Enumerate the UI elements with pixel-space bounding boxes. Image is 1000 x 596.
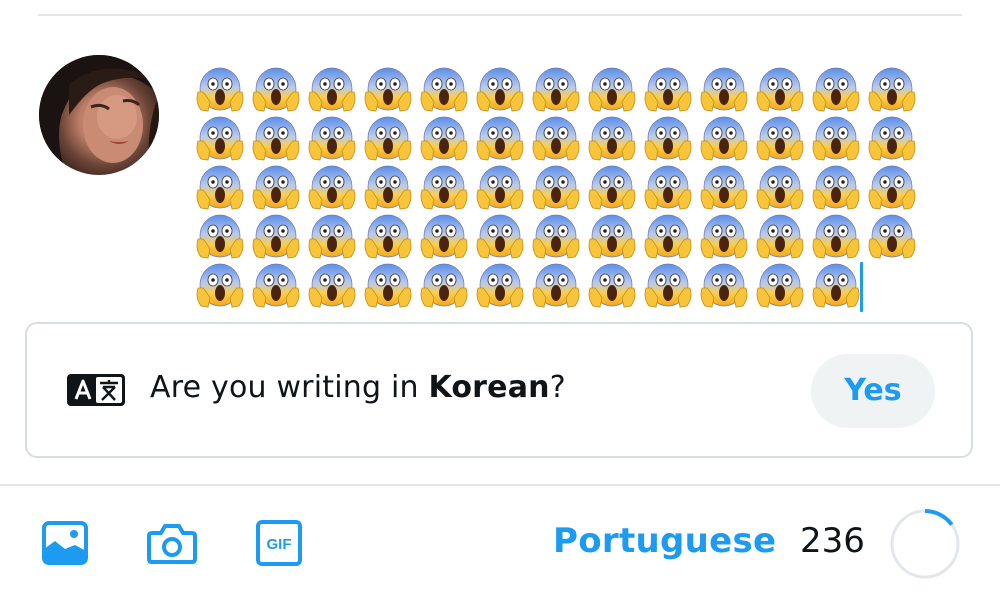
face-screaming-in-fear-emoji-icon xyxy=(641,113,697,162)
face-screaming-in-fear-emoji-icon xyxy=(697,260,753,309)
face-screaming-in-fear-emoji-icon xyxy=(249,162,305,211)
face-screaming-in-fear-emoji-icon xyxy=(529,113,585,162)
face-screaming-in-fear-emoji-icon xyxy=(193,260,249,309)
translate-icon xyxy=(67,374,125,406)
gif-icon[interactable]: GIF xyxy=(255,519,303,567)
face-screaming-in-fear-emoji-icon xyxy=(193,64,249,113)
face-screaming-in-fear-emoji-icon xyxy=(753,260,809,309)
face-screaming-in-fear-emoji-icon xyxy=(697,113,753,162)
detected-language: Korean xyxy=(428,370,550,405)
emoji-row xyxy=(193,113,933,162)
face-screaming-in-fear-emoji-icon xyxy=(641,211,697,260)
avatar[interactable] xyxy=(39,55,159,175)
face-screaming-in-fear-emoji-icon xyxy=(641,162,697,211)
face-screaming-in-fear-emoji-icon xyxy=(417,260,473,309)
face-screaming-in-fear-emoji-icon xyxy=(809,64,865,113)
face-screaming-in-fear-emoji-icon xyxy=(193,113,249,162)
toolbar-divider xyxy=(0,484,1000,486)
face-screaming-in-fear-emoji-icon xyxy=(361,260,417,309)
face-screaming-in-fear-emoji-icon xyxy=(417,211,473,260)
face-screaming-in-fear-emoji-icon xyxy=(249,211,305,260)
face-screaming-in-fear-emoji-icon xyxy=(865,113,921,162)
face-screaming-in-fear-emoji-icon xyxy=(193,211,249,260)
face-screaming-in-fear-emoji-icon xyxy=(305,260,361,309)
top-divider xyxy=(38,14,962,16)
face-screaming-in-fear-emoji-icon xyxy=(361,211,417,260)
avatar-photo xyxy=(39,55,159,175)
face-screaming-in-fear-emoji-icon xyxy=(305,113,361,162)
text-cursor xyxy=(860,262,863,312)
face-screaming-in-fear-emoji-icon xyxy=(361,162,417,211)
face-screaming-in-fear-emoji-icon xyxy=(305,162,361,211)
face-screaming-in-fear-emoji-icon xyxy=(809,113,865,162)
emoji-row xyxy=(193,162,933,211)
face-screaming-in-fear-emoji-icon xyxy=(809,162,865,211)
emoji-row xyxy=(193,211,933,260)
face-screaming-in-fear-emoji-icon xyxy=(361,113,417,162)
face-screaming-in-fear-emoji-icon xyxy=(417,64,473,113)
face-screaming-in-fear-emoji-icon xyxy=(193,162,249,211)
face-screaming-in-fear-emoji-icon xyxy=(585,211,641,260)
emoji-row xyxy=(193,260,933,309)
face-screaming-in-fear-emoji-icon xyxy=(865,64,921,113)
face-screaming-in-fear-emoji-icon xyxy=(585,113,641,162)
face-screaming-in-fear-emoji-icon xyxy=(865,162,921,211)
face-screaming-in-fear-emoji-icon xyxy=(473,260,529,309)
face-screaming-in-fear-emoji-icon xyxy=(809,260,865,309)
camera-icon[interactable] xyxy=(146,519,198,567)
face-screaming-in-fear-emoji-icon xyxy=(361,64,417,113)
face-screaming-in-fear-emoji-icon xyxy=(473,113,529,162)
language-detection-card: Are you writing in Korean? Yes xyxy=(25,322,973,458)
face-screaming-in-fear-emoji-icon xyxy=(473,64,529,113)
gif-label: GIF xyxy=(267,536,292,553)
face-screaming-in-fear-emoji-icon xyxy=(697,64,753,113)
remaining-characters: 236 xyxy=(800,521,865,561)
face-screaming-in-fear-emoji-icon xyxy=(641,260,697,309)
face-screaming-in-fear-emoji-icon xyxy=(753,64,809,113)
face-screaming-in-fear-emoji-icon xyxy=(473,162,529,211)
face-screaming-in-fear-emoji-icon xyxy=(753,162,809,211)
image-icon[interactable] xyxy=(41,519,89,567)
language-question: Are you writing in Korean? xyxy=(150,370,566,405)
face-screaming-in-fear-emoji-icon xyxy=(305,64,361,113)
character-progress-ring xyxy=(890,509,960,579)
face-screaming-in-fear-emoji-icon xyxy=(473,211,529,260)
face-screaming-in-fear-emoji-icon xyxy=(753,113,809,162)
face-screaming-in-fear-emoji-icon xyxy=(249,260,305,309)
face-screaming-in-fear-emoji-icon xyxy=(585,162,641,211)
language-selector[interactable]: Portuguese xyxy=(553,521,776,561)
face-screaming-in-fear-emoji-icon xyxy=(417,162,473,211)
face-screaming-in-fear-emoji-icon xyxy=(529,64,585,113)
face-screaming-in-fear-emoji-icon xyxy=(417,113,473,162)
face-screaming-in-fear-emoji-icon xyxy=(697,162,753,211)
emoji-row xyxy=(193,64,933,113)
face-screaming-in-fear-emoji-icon xyxy=(249,113,305,162)
face-screaming-in-fear-emoji-icon xyxy=(529,211,585,260)
language-question-prefix: Are you writing in xyxy=(150,370,429,405)
face-screaming-in-fear-emoji-icon xyxy=(249,64,305,113)
face-screaming-in-fear-emoji-icon xyxy=(809,211,865,260)
face-screaming-in-fear-emoji-icon xyxy=(529,162,585,211)
face-screaming-in-fear-emoji-icon xyxy=(585,64,641,113)
yes-button[interactable]: Yes xyxy=(811,354,935,428)
face-screaming-in-fear-emoji-icon xyxy=(865,211,921,260)
face-screaming-in-fear-emoji-icon xyxy=(585,260,641,309)
face-screaming-in-fear-emoji-icon xyxy=(697,211,753,260)
face-screaming-in-fear-emoji-icon xyxy=(305,211,361,260)
face-screaming-in-fear-emoji-icon xyxy=(753,211,809,260)
face-screaming-in-fear-emoji-icon xyxy=(529,260,585,309)
face-screaming-in-fear-emoji-icon xyxy=(641,64,697,113)
language-question-suffix: ? xyxy=(549,370,566,405)
tweet-compose-area[interactable] xyxy=(193,64,933,314)
